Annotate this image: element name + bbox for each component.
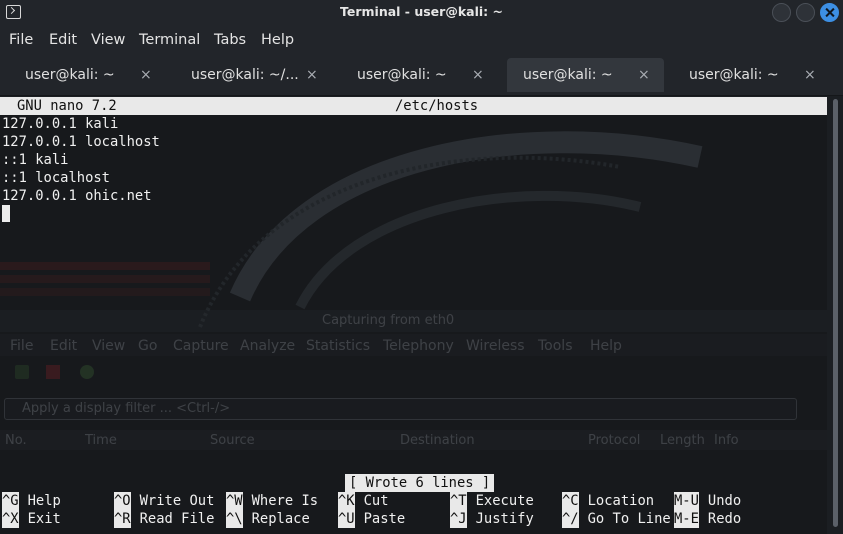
file-line: 127.0.0.1 localhost [2, 134, 160, 150]
tab-close-icon[interactable]: × [804, 67, 816, 83]
tab-3[interactable]: user@kali: ~ × [338, 58, 498, 92]
file-content[interactable]: 127.0.0.1 kali 127.0.0.1 localhost ::1 k… [2, 115, 160, 205]
bg-menu-help: Help [590, 338, 622, 354]
bg-col-length: Length [660, 433, 705, 448]
background-window-ghost: Capturing from eth0 File Edit View Go Ca… [0, 310, 827, 480]
menu-help[interactable]: Help [261, 32, 294, 48]
bg-col-destination: Destination [400, 433, 475, 448]
menu-tabs[interactable]: Tabs [214, 32, 246, 48]
file-line: ::1 kali [2, 152, 69, 168]
tab-4-active[interactable]: user@kali: ~ × [507, 58, 664, 92]
bg-col-no: No. [5, 433, 27, 448]
bg-col-time: Time [85, 433, 117, 448]
shortcut-read-file[interactable]: ^R Read File [114, 510, 214, 528]
scrollbar-thumb[interactable] [833, 99, 838, 527]
window-title: Terminal - user@kali: ~ [340, 4, 503, 19]
nano-header: GNU nano 7.2 /etc/hosts [0, 97, 827, 115]
bg-menu-capture: Capture [173, 338, 229, 354]
menu-file[interactable]: File [9, 32, 33, 48]
shortcut-go-to-line[interactable]: ^/Go To Line [562, 510, 671, 528]
shortcut-where-is[interactable]: ^W Where Is [226, 492, 318, 510]
bg-filter-placeholder: Apply a display filter ... <Ctrl-/> [22, 401, 231, 416]
maximize-button[interactable] [796, 3, 815, 22]
bg-col-protocol: Protocol [588, 433, 641, 448]
tab-5[interactable]: user@kali: ~ × [670, 58, 830, 92]
tab-close-icon[interactable]: × [140, 67, 152, 83]
shortcut-write-out[interactable]: ^O Write Out [114, 492, 214, 510]
minimize-button[interactable] [772, 3, 791, 22]
tab-close-icon[interactable]: × [638, 67, 650, 83]
tab-label: user@kali: ~/... [191, 67, 299, 83]
bg-menu-go: Go [138, 338, 158, 354]
bg-menu-analyze: Analyze [240, 338, 296, 354]
close-button[interactable] [820, 3, 839, 22]
tab-label: user@kali: ~ [25, 67, 115, 83]
bg-menu-wireless: Wireless [466, 338, 525, 354]
file-line: ::1 localhost [2, 170, 110, 186]
shortcut-location[interactable]: ^C Location [562, 492, 654, 510]
menu-terminal[interactable]: Terminal [139, 32, 200, 48]
tab-label: user@kali: ~ [689, 67, 779, 83]
tab-label: user@kali: ~ [357, 67, 447, 83]
terminal-scrollbar[interactable] [829, 97, 843, 534]
tab-1[interactable]: user@kali: ~ × [6, 58, 166, 92]
shortcut-redo[interactable]: M-E Redo [674, 510, 741, 528]
nano-version: GNU nano 7.2 [17, 98, 117, 114]
bg-menu-view: View [92, 338, 126, 354]
title-bar: Terminal - user@kali: ~ [0, 0, 843, 25]
bg-col-info: Info [714, 433, 739, 448]
file-line: 127.0.0.1 kali [2, 116, 119, 132]
menu-view[interactable]: View [91, 32, 125, 48]
bg-col-source: Source [210, 433, 255, 448]
bg-menu-file: File [10, 338, 34, 354]
file-line: 127.0.0.1 ohic.net [2, 188, 152, 204]
bg-menu-telephony: Telephony [383, 338, 454, 354]
text-cursor [2, 205, 10, 222]
tab-close-icon[interactable]: × [306, 67, 318, 83]
shortcut-justify[interactable]: ^J Justify [450, 510, 534, 528]
bg-menu-statistics: Statistics [306, 338, 370, 354]
bg-menu-tools: Tools [538, 338, 573, 354]
shortcut-execute[interactable]: ^T Execute [450, 492, 534, 510]
shortcut-cut[interactable]: ^K Cut [338, 492, 389, 510]
tab-2[interactable]: user@kali: ~/... × [172, 58, 332, 92]
nano-filename: /etc/hosts [395, 98, 479, 114]
shortcut-paste[interactable]: ^U Paste [338, 510, 405, 528]
shortcut-exit[interactable]: ^X Exit [2, 510, 61, 528]
tab-bar: user@kali: ~ × user@kali: ~/... × user@k… [0, 56, 843, 96]
shortcut-replace[interactable]: ^\ Replace [226, 510, 310, 528]
terminal-area[interactable]: Capturing from eth0 File Edit View Go Ca… [0, 97, 827, 534]
bg-menu-edit: Edit [50, 338, 78, 354]
status-message: [ Wrote 6 lines ] [345, 474, 495, 492]
tab-close-icon[interactable]: × [472, 67, 484, 83]
tab-label: user@kali: ~ [523, 67, 613, 83]
menu-edit[interactable]: Edit [49, 32, 77, 48]
background-window-title: Capturing from eth0 [322, 313, 455, 328]
shortcut-undo[interactable]: M-U Undo [674, 492, 741, 510]
shortcut-help[interactable]: ^G Help [2, 492, 61, 510]
menu-bar: File Edit View Terminal Tabs Help [0, 25, 843, 56]
